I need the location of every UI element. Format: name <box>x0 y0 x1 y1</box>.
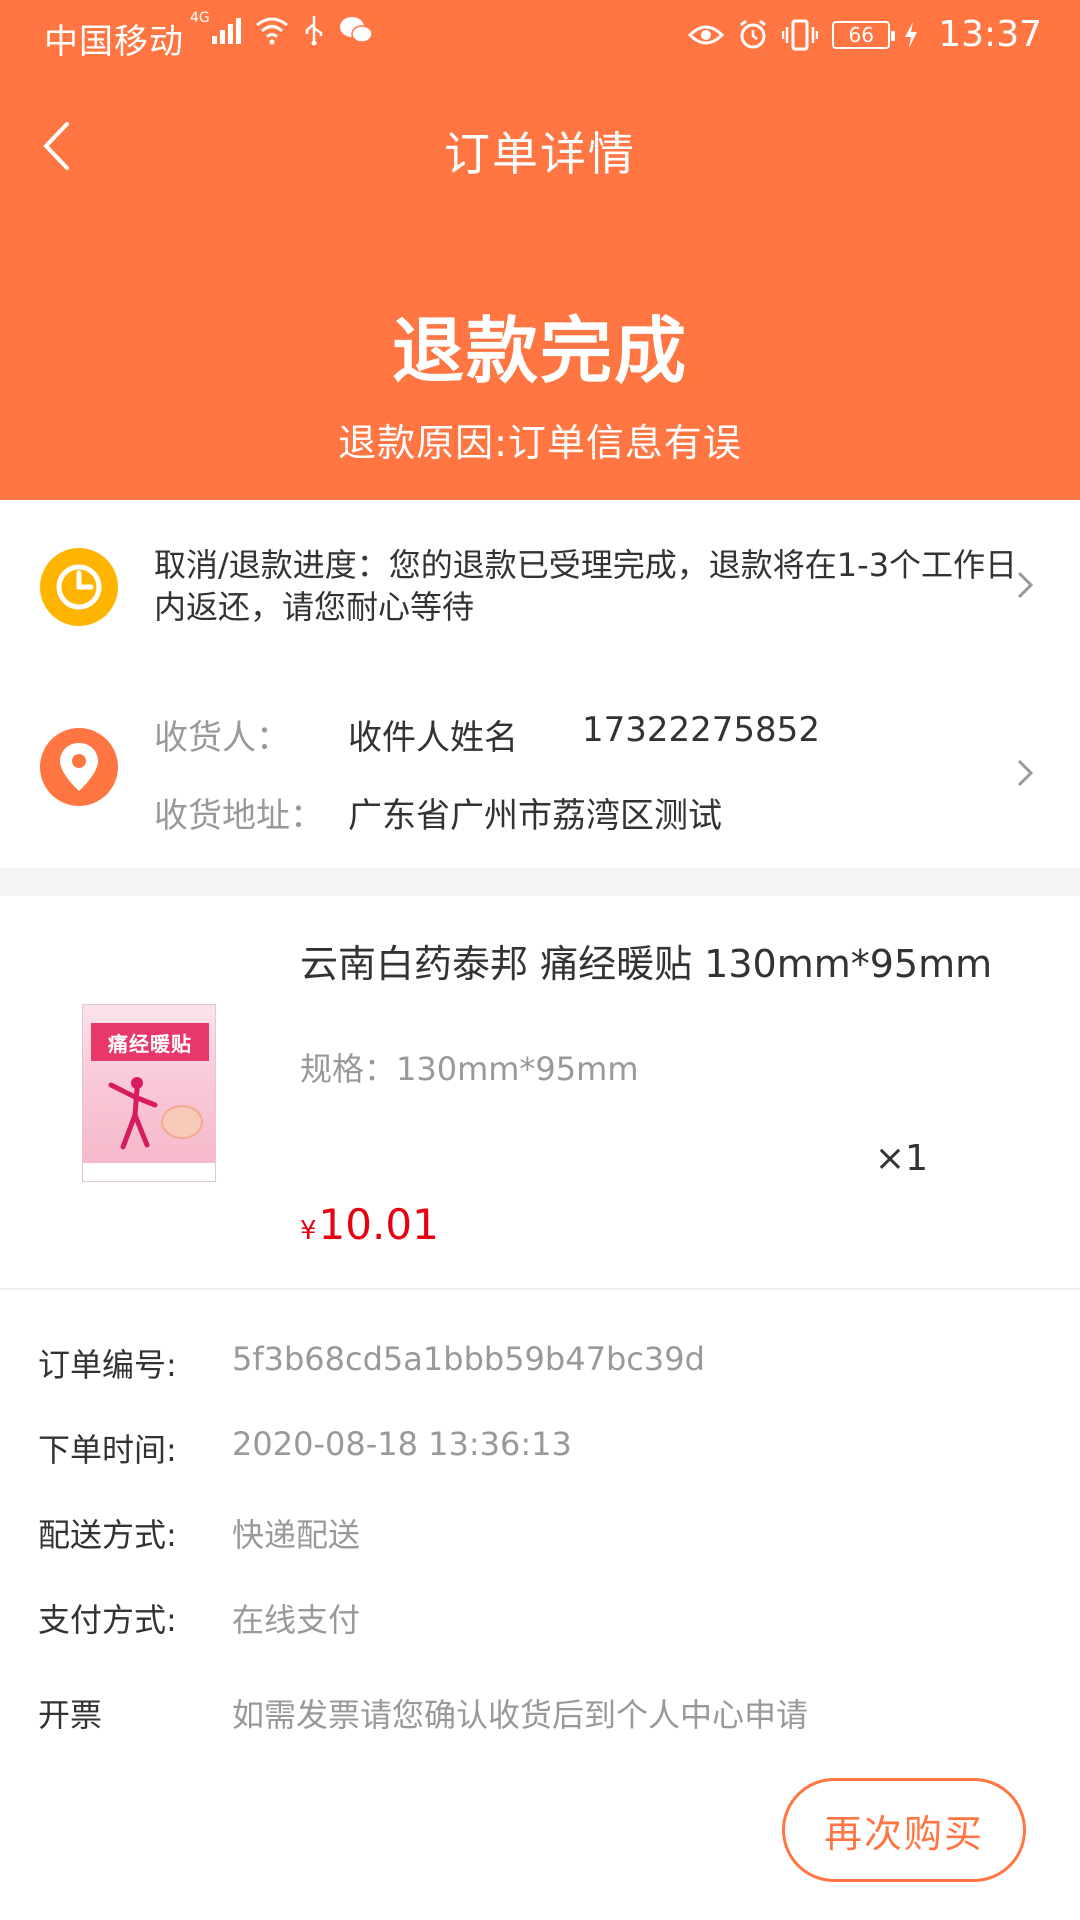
receiver-label: 收货人： <box>154 718 290 758</box>
address-text: 广东省广州市荔湾区测试 <box>348 796 722 836</box>
dancer-figure-icon <box>108 1077 158 1150</box>
product-price: ¥10.01 <box>300 1200 439 1249</box>
chevron-right-icon <box>1017 571 1034 599</box>
battery-icon: 66 <box>832 20 896 49</box>
status-right-icons: 66 13:37 <box>688 14 1042 55</box>
delivery-method-row: 配送方式: 快递配送 <box>0 1510 1080 1570</box>
eye-icon <box>688 25 725 44</box>
refund-progress-row[interactable]: 取消/退款进度：您的退款已受理完成，退款将在1-3个工作日内返还，请您耐心等待 <box>0 500 1080 678</box>
info-label: 下单时间: <box>38 1431 177 1469</box>
charging-icon <box>905 21 918 48</box>
clock-icon <box>40 548 118 626</box>
product-quantity: ×1 <box>874 1138 928 1179</box>
page-title: 订单详情 <box>444 127 636 181</box>
delivery-method: 快递配送 <box>232 1516 361 1554</box>
product-image-footer <box>83 1163 215 1181</box>
shipping-address-row[interactable]: 收货人： 收件人姓名 17322275852 收货地址： 广东省广州市荔湾区测试 <box>0 678 1080 868</box>
wifi-icon <box>255 17 288 45</box>
order-time: 2020-08-18 13:36:13 <box>232 1425 572 1463</box>
product-image-label: 痛经暖贴 <box>91 1023 209 1061</box>
address-label: 收货地址： <box>154 796 324 836</box>
location-pin-icon <box>40 728 118 806</box>
status-bar: 中国移动 4G 66 13:37 <box>0 0 1080 76</box>
product-item[interactable]: 痛经暖贴 云南白药泰邦 痛经暖贴 130mm*95mm 规格：130mm*95m… <box>0 896 1080 1290</box>
status-left-icons: 4G <box>190 10 373 46</box>
nav-bar: 订单详情 <box>0 96 1080 196</box>
vibrate-icon <box>782 19 819 50</box>
refund-progress-text: 取消/退款进度：您的退款已受理完成，退款将在1-3个工作日内返还，请您耐心等待 <box>154 546 1018 626</box>
payment-method: 在线支付 <box>232 1601 361 1639</box>
receiver-name: 收件人姓名 <box>348 718 518 758</box>
order-status-header: 中国移动 4G 66 13:37 订单详情 退款完成 退款原因:订单信息有误 <box>0 0 1080 500</box>
refund-reason: 退款原因:订单信息有误 <box>338 421 742 465</box>
price-value: 10.01 <box>318 1200 439 1249</box>
battery-level: 66 <box>848 22 874 47</box>
receiver-phone: 17322275852 <box>582 710 820 750</box>
usb-icon <box>305 16 323 46</box>
order-status-title: 退款完成 <box>391 309 688 393</box>
info-label: 配送方式: <box>38 1516 177 1554</box>
order-number: 5f3b68cd5a1bbb59b47bc39d <box>232 1340 705 1378</box>
clock-time: 13:37 <box>938 14 1042 55</box>
product-spec: 规格：130mm*95mm <box>300 1050 639 1088</box>
payment-method-row: 支付方式: 在线支付 <box>0 1595 1080 1655</box>
invoice-note: 如需发票请您确认收货后到个人中心申请 <box>232 1696 809 1734</box>
alarm-icon <box>740 19 767 48</box>
product-image[interactable]: 痛经暖贴 <box>82 1004 216 1182</box>
wechat-icon <box>339 17 373 43</box>
buy-again-button[interactable]: 再次购买 <box>782 1778 1026 1882</box>
order-number-row: 订单编号: 5f3b68cd5a1bbb59b47bc39d <box>0 1340 1080 1400</box>
section-divider <box>0 868 1080 896</box>
network-type: 4G <box>190 10 210 26</box>
currency-symbol: ¥ <box>300 1216 317 1246</box>
product-name: 云南白药泰邦 痛经暖贴 130mm*95mm <box>300 942 993 986</box>
info-label: 开票 <box>38 1696 103 1734</box>
carrier-name: 中国移动 <box>44 22 184 62</box>
info-label: 支付方式: <box>38 1601 177 1639</box>
heat-patch-graphic <box>161 1105 203 1139</box>
order-info-section: 订单编号: 5f3b68cd5a1bbb59b47bc39d 下单时间: 202… <box>0 1290 1080 1810</box>
signal-icon <box>211 16 241 44</box>
invoice-row: 开票 如需发票请您确认收货后到个人中心申请 <box>0 1690 1080 1750</box>
chevron-right-icon <box>1017 759 1034 787</box>
order-time-row: 下单时间: 2020-08-18 13:36:13 <box>0 1425 1080 1485</box>
info-label: 订单编号: <box>38 1346 177 1384</box>
